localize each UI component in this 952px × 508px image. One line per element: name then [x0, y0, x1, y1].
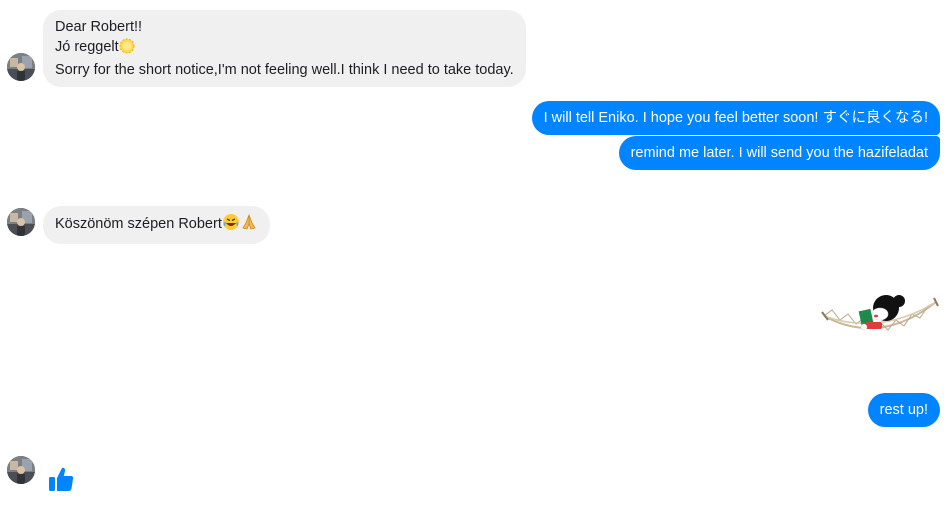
message-text: I will tell Eniko. I hope you feel bette…	[543, 110, 928, 126]
message-line: Jó reggelt	[55, 37, 514, 60]
message-text: Köszönöm szépen Robert	[55, 216, 222, 232]
incoming-message-bubble[interactable]: Dear Robert!! Jó reggelt Sorry for the s…	[43, 10, 526, 87]
message-line: Dear Robert!!	[55, 19, 143, 35]
avatar[interactable]	[7, 208, 35, 236]
avatar[interactable]	[7, 456, 35, 484]
message-text: Jó reggelt	[55, 39, 119, 55]
incoming-message-bubble[interactable]: Köszönöm szépen Robert	[43, 206, 270, 244]
message-text: remind me later. I will send you the haz…	[630, 145, 928, 161]
thumbs-up-icon[interactable]	[47, 465, 75, 493]
message-line: Sorry for the short notice,I'm not feeli…	[55, 62, 514, 78]
outgoing-message-bubble[interactable]: remind me later. I will send you the haz…	[618, 136, 940, 170]
folded-hands-emoji	[240, 213, 258, 237]
laughing-tears-emoji	[222, 213, 240, 237]
outgoing-message-bubble[interactable]: I will tell Eniko. I hope you feel bette…	[531, 101, 940, 135]
outgoing-message-bubble[interactable]: rest up!	[867, 393, 940, 427]
sun-emoji	[119, 38, 135, 60]
hammock-reading-sticker[interactable]	[820, 272, 940, 346]
avatar[interactable]	[7, 53, 35, 81]
message-text: rest up!	[879, 402, 928, 418]
